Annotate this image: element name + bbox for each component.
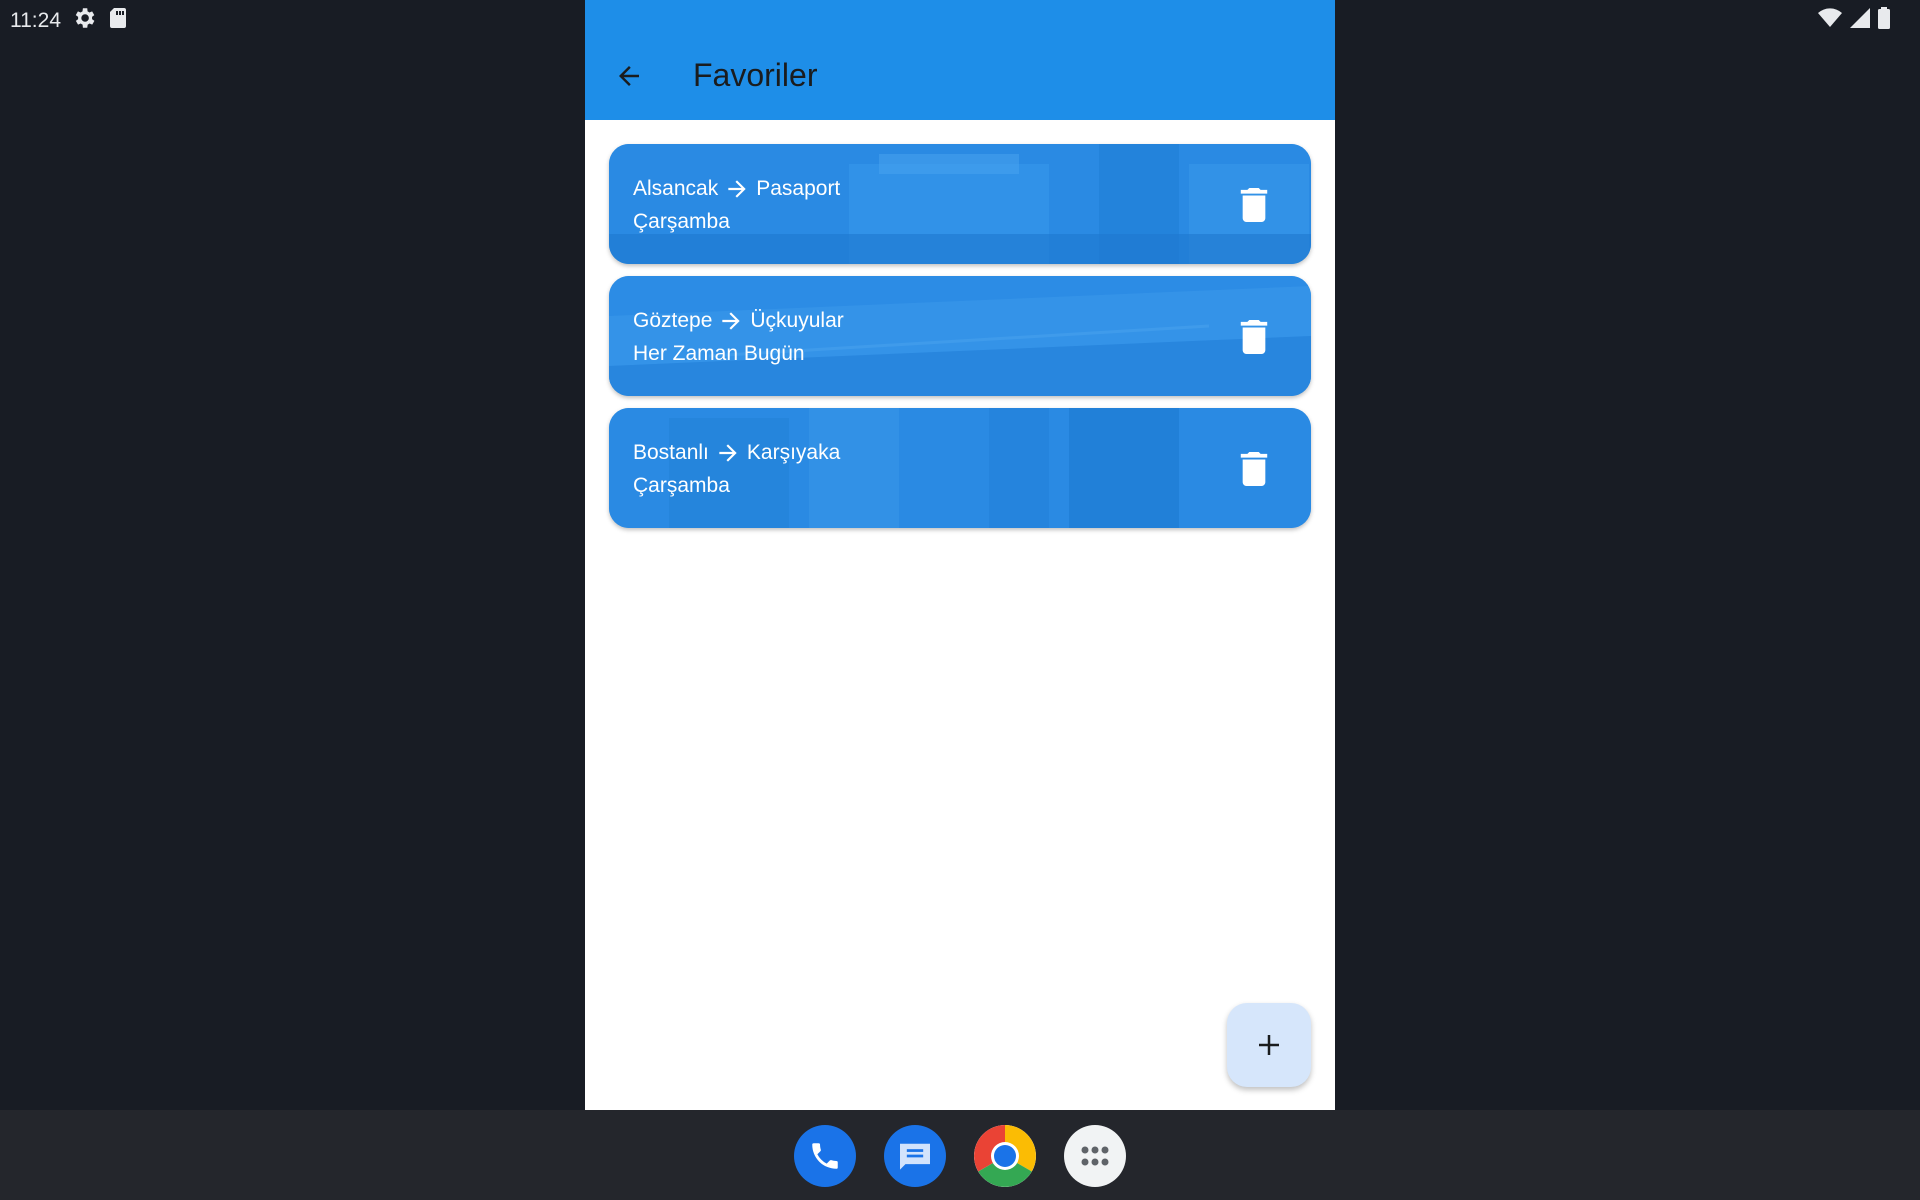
card-background-image bbox=[609, 276, 1311, 396]
arrow-right-icon bbox=[728, 180, 746, 198]
route-from: Göztepe bbox=[633, 309, 713, 332]
route-label: Alsancak Pasaport bbox=[633, 176, 840, 202]
trash-icon[interactable] bbox=[1239, 320, 1269, 354]
arrow-back-icon[interactable] bbox=[609, 56, 649, 96]
settings-icon bbox=[71, 5, 97, 37]
trash-icon[interactable] bbox=[1239, 452, 1269, 486]
favorite-card[interactable]: Göztepe Üçkuyular Her Zaman Bugün bbox=[609, 276, 1311, 396]
plus-icon bbox=[1259, 1035, 1279, 1055]
route-to: Pasaport bbox=[756, 177, 841, 200]
wifi-icon bbox=[1818, 8, 1842, 34]
route-day: Her Zaman Bugün bbox=[633, 342, 805, 365]
route-label: Göztepe Üçkuyular bbox=[633, 308, 844, 334]
route-to: Üçkuyular bbox=[750, 309, 844, 332]
battery-icon bbox=[1878, 7, 1890, 35]
app-bar: Favoriler bbox=[585, 0, 1335, 120]
app-drawer-icon[interactable] bbox=[1064, 1125, 1126, 1187]
arrow-right-icon bbox=[719, 444, 737, 462]
arrow-right-icon bbox=[722, 312, 741, 330]
taskbar bbox=[0, 1110, 1920, 1200]
route-day: Çarşamba bbox=[633, 474, 730, 497]
chrome-icon[interactable] bbox=[974, 1125, 1036, 1187]
card-background-image bbox=[609, 144, 1311, 264]
phone-icon[interactable] bbox=[794, 1125, 856, 1187]
messages-icon[interactable] bbox=[884, 1125, 946, 1187]
add-favorite-button[interactable] bbox=[1227, 1003, 1311, 1087]
route-label: Bostanlı Karşıyaka bbox=[633, 440, 840, 466]
trash-icon[interactable] bbox=[1239, 188, 1269, 222]
status-time: 11:24 bbox=[10, 9, 61, 32]
sd-card-icon bbox=[107, 6, 129, 36]
app-window: Favoriler Alsancak Pasaport Çarşamba Göz… bbox=[585, 0, 1335, 1110]
route-from: Alsancak bbox=[633, 177, 719, 200]
favorite-card[interactable]: Bostanlı Karşıyaka Çarşamba bbox=[609, 408, 1311, 528]
favorite-card[interactable]: Alsancak Pasaport Çarşamba bbox=[609, 144, 1311, 264]
card-background-image bbox=[609, 408, 1311, 528]
page-title: Favoriler bbox=[693, 57, 818, 93]
signal-icon bbox=[1850, 8, 1870, 34]
route-to: Karşıyaka bbox=[746, 441, 841, 464]
route-from: Bostanlı bbox=[633, 441, 709, 464]
route-day: Çarşamba bbox=[633, 210, 730, 233]
